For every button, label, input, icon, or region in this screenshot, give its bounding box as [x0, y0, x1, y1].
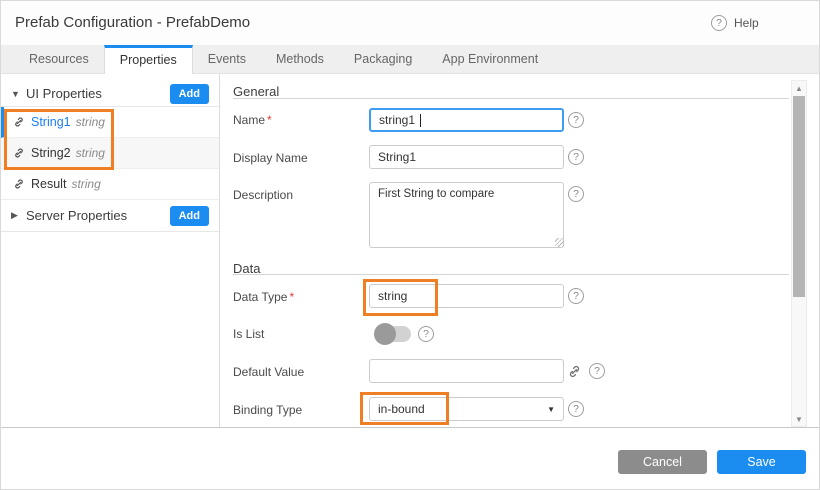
default-value-field-label: Default Value	[233, 365, 304, 379]
display-name-field-label: Display Name	[233, 151, 308, 165]
scrollbar-thumb[interactable]	[793, 96, 805, 297]
tab-app-environment[interactable]: App Environment	[427, 45, 553, 74]
title-bar: Prefab Configuration - PrefabDemo ? Help	[1, 1, 819, 45]
property-type: string	[76, 146, 105, 160]
section-divider	[233, 274, 789, 275]
display-name-help-icon[interactable]: ?	[568, 149, 584, 165]
section-divider	[233, 98, 789, 99]
ui-properties-label: UI Properties	[26, 86, 170, 101]
caret-right-icon: ▶	[11, 210, 24, 221]
default-value-input[interactable]	[369, 359, 564, 383]
scroll-down-icon[interactable]: ▼	[792, 412, 806, 426]
data-type-help-icon[interactable]: ?	[568, 288, 584, 304]
resize-grip-icon[interactable]	[555, 238, 564, 247]
help-label: Help	[734, 16, 759, 30]
name-help-icon[interactable]: ?	[568, 112, 584, 128]
property-name: String2	[31, 146, 71, 160]
footer-divider	[1, 427, 820, 428]
tab-events[interactable]: Events	[193, 45, 261, 74]
tab-methods[interactable]: Methods	[261, 45, 339, 74]
bind-link-icon	[13, 178, 25, 190]
cancel-button[interactable]: Cancel	[618, 450, 707, 474]
name-field-label: Name*	[233, 113, 272, 127]
name-input[interactable]	[369, 108, 564, 132]
tab-properties[interactable]: Properties	[104, 45, 193, 75]
dropdown-arrow-icon: ▼	[547, 405, 555, 414]
sidebar-item-result[interactable]: Result string	[1, 169, 219, 200]
is-list-field-label: Is List	[233, 327, 264, 341]
help-question-icon[interactable]: ?	[711, 15, 727, 31]
property-name: String1	[31, 115, 71, 129]
label-text: Name	[233, 113, 265, 127]
page-title: Prefab Configuration - PrefabDemo	[15, 14, 250, 31]
description-help-icon[interactable]: ?	[568, 186, 584, 202]
is-list-toggle[interactable]	[376, 326, 411, 342]
save-button[interactable]: Save	[717, 450, 806, 474]
bind-property-icon[interactable]	[567, 364, 582, 379]
binding-type-field-label: Binding Type	[233, 403, 302, 417]
vertical-scrollbar[interactable]: ▲ ▼	[791, 80, 807, 427]
property-type: string	[71, 177, 100, 191]
property-name: Result	[31, 177, 66, 191]
server-properties-group-header[interactable]: ▶ Server Properties Add	[1, 200, 219, 232]
data-type-field-label: Data Type*	[233, 290, 294, 304]
tab-resources[interactable]: Resources	[14, 45, 104, 74]
label-text: Data Type	[233, 290, 287, 304]
help-button[interactable]: ? Help	[711, 15, 759, 31]
section-general-title: General	[233, 84, 279, 99]
sidebar-item-string1[interactable]: String1 string	[1, 107, 219, 138]
data-type-input[interactable]	[369, 284, 564, 308]
properties-sidebar: ▼ UI Properties Add String1 string Strin…	[1, 74, 220, 428]
toggle-knob	[374, 323, 396, 345]
ui-properties-group-header[interactable]: ▼ UI Properties Add	[1, 81, 219, 107]
binding-type-help-icon[interactable]: ?	[568, 401, 584, 417]
text-cursor	[420, 114, 421, 127]
server-properties-label: Server Properties	[26, 208, 170, 223]
tab-packaging[interactable]: Packaging	[339, 45, 427, 74]
caret-down-icon: ▼	[11, 89, 24, 99]
is-list-help-icon[interactable]: ?	[418, 326, 434, 342]
sidebar-item-string2[interactable]: String2 string	[1, 138, 219, 169]
description-textarea[interactable]: First String to compare	[369, 182, 564, 248]
required-marker: *	[267, 113, 272, 127]
binding-type-select[interactable]: in-bound ▼	[369, 397, 564, 421]
property-type: string	[76, 115, 105, 129]
tab-bar: Resources Properties Events Methods Pack…	[1, 45, 819, 74]
add-server-property-button[interactable]: Add	[170, 206, 209, 226]
bind-link-icon	[13, 116, 25, 128]
required-marker: *	[289, 290, 294, 304]
binding-type-value: in-bound	[378, 402, 425, 416]
scroll-up-icon[interactable]: ▲	[792, 81, 806, 95]
display-name-input[interactable]	[369, 145, 564, 169]
add-ui-property-button[interactable]: Add	[170, 84, 209, 104]
bind-link-icon	[13, 147, 25, 159]
description-field-label: Description	[233, 188, 293, 202]
default-value-help-icon[interactable]: ?	[589, 363, 605, 379]
prefab-configuration-dialog: Prefab Configuration - PrefabDemo ? Help…	[0, 0, 820, 490]
